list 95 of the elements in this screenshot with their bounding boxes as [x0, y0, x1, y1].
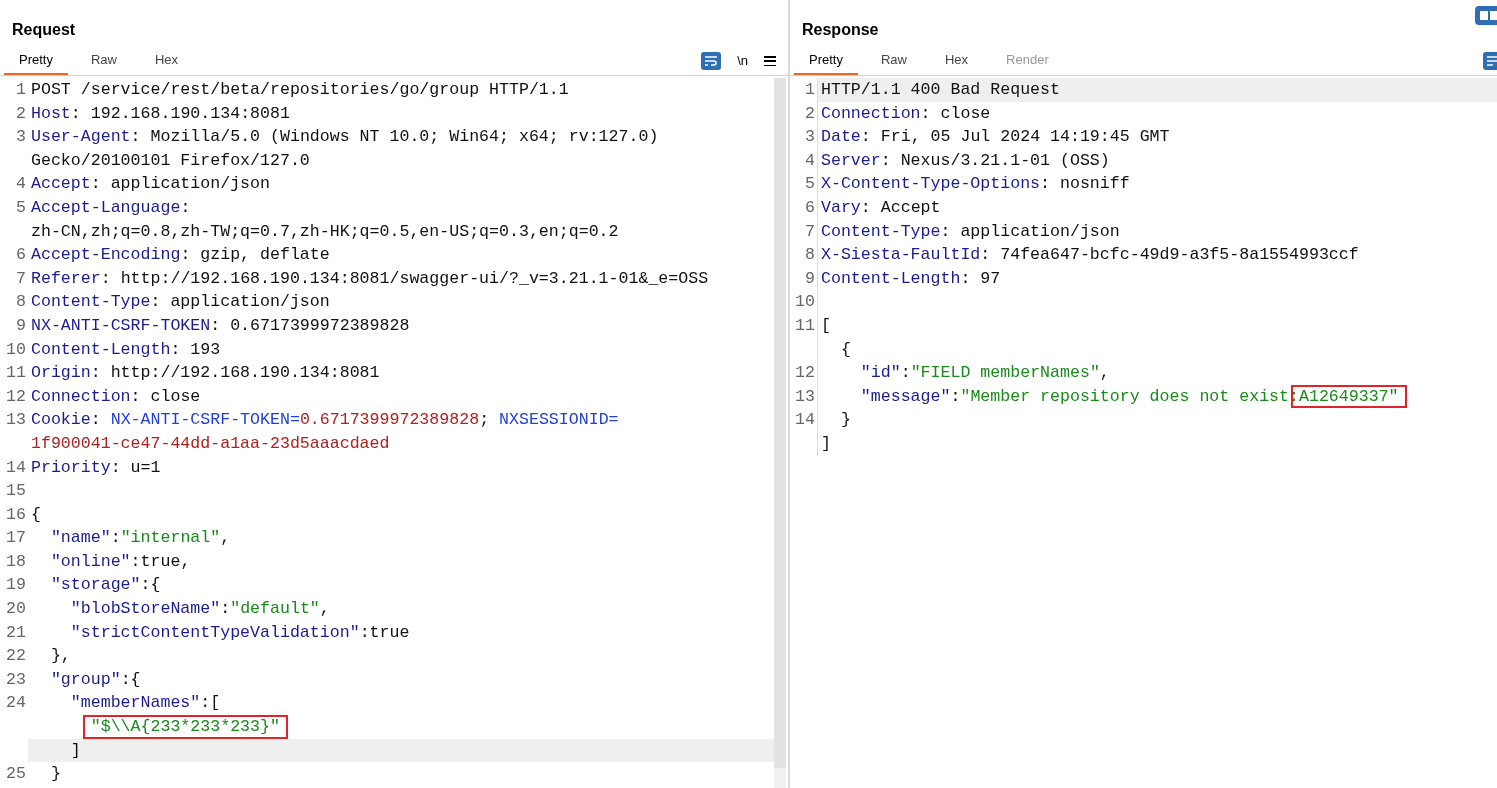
wrap-lines-icon[interactable]: [701, 52, 722, 70]
code-line: Accept-Language:: [31, 197, 191, 217]
code-line: "group":{: [49, 669, 141, 689]
line-number: 3: [805, 127, 815, 147]
code-line: Content-Length: 193: [31, 339, 221, 359]
line-number: 6: [16, 245, 26, 265]
code-line: X-Content-Type-Options: nosniff: [821, 174, 1130, 194]
code-line: "blobStoreName":"default",: [69, 599, 330, 619]
pane-title: Request: [12, 20, 76, 40]
code-line: Cookie: NX-ANTI-CSRF-TOKEN=0.6717399972389828; NXSESSIONID=: [31, 410, 619, 430]
code-line: Content-Type: application/json: [31, 292, 330, 312]
code-line: X-Siesta-FaultId: 74fea647-bcfc-49d9-a3f5-8a1554993ccf: [821, 245, 1359, 265]
line-number: 14: [6, 457, 26, 477]
code-line: }: [49, 764, 61, 784]
line-number: 23: [6, 669, 26, 689]
code-line: Server: Nexus/3.21.1-01 (OSS): [821, 150, 1110, 170]
line-number: 8: [805, 245, 815, 265]
layout-icon[interactable]: [1475, 6, 1497, 25]
code-line: Gecko/20100101 Firefox/127.0: [31, 150, 310, 170]
line-number: 7: [805, 221, 815, 241]
code-line: "strictContentTypeValidation":true: [69, 622, 410, 642]
line-number: 21: [6, 622, 26, 642]
line-number: 17: [6, 528, 26, 548]
view-tab[interactable]: Pretty: [4, 47, 68, 75]
line-number: 4: [16, 174, 26, 194]
code-line: Content-Type: application/json: [821, 221, 1120, 241]
code-line: "storage":{: [49, 575, 161, 595]
line-number: 9: [16, 315, 26, 335]
line-number: 3: [16, 127, 26, 147]
code-line: [: [821, 315, 831, 335]
line-number: 10: [6, 339, 26, 359]
code-line: Connection: close: [31, 386, 201, 406]
line-number: 2: [16, 103, 26, 123]
line-number: 22: [6, 646, 26, 666]
view-tab[interactable]: Raw: [865, 47, 922, 75]
view-tab[interactable]: Raw: [75, 47, 132, 75]
code-line: HTTP/1.1 400 Bad Request: [821, 80, 1060, 99]
line-number: 11: [795, 315, 815, 335]
line-number: 13: [6, 410, 26, 430]
view-tab[interactable]: Pretty: [794, 47, 858, 75]
code-line: Accept: application/json: [31, 174, 270, 194]
line-number: 15: [6, 481, 26, 501]
code-line: Accept-Encoding: gzip, deflate: [31, 245, 330, 265]
code-line: ]: [69, 740, 81, 760]
newline-toggle[interactable]: \n: [737, 51, 748, 71]
line-number: 2: [805, 103, 815, 123]
line-number: 24: [6, 693, 26, 713]
line-number: 8: [16, 292, 26, 312]
line-number: 1: [805, 80, 815, 99]
line-number: 4: [805, 150, 815, 170]
line-number: 5: [16, 197, 26, 217]
code-line: {: [31, 504, 41, 524]
line-number: 19: [6, 575, 26, 595]
code-line: "online":true,: [49, 551, 191, 571]
line-number: 10: [795, 292, 815, 312]
code-line: User-Agent: Mozilla/5.0 (Windows NT 10.0; Win64; x64; rv:127.0): [31, 127, 659, 147]
view-tab[interactable]: Hex: [930, 47, 984, 75]
code-line: Vary: Accept: [821, 197, 941, 217]
boxed-value: "$\\A{233*233*233}": [82, 715, 288, 739]
line-number: 12: [6, 386, 26, 406]
pane-title: Response: [802, 20, 879, 40]
code-line: Date: Fri, 05 Jul 2024 14:19:45 GMT: [821, 127, 1170, 147]
code-line: ]: [821, 433, 831, 453]
line-number: 16: [6, 504, 26, 524]
code-line: NX-ANTI-CSRF-TOKEN: 0.6717399972389828: [31, 315, 410, 335]
line-number: 11: [6, 363, 26, 383]
code-line: Content-Length: 97: [821, 268, 1001, 288]
line-number: 12: [795, 363, 815, 383]
line-number: 13: [795, 386, 815, 406]
code-line: zh-CN,zh;q=0.8,zh-TW;q=0.7,zh-HK;q=0.5,en-US;q=0.3,en;q=0.2: [31, 221, 619, 241]
code-line: Origin: http://192.168.190.134:8081: [31, 363, 380, 383]
code-line: "memberNames":[: [69, 693, 221, 713]
line-number: 5: [805, 174, 815, 194]
code-line: 1f900041-ce47-44dd-a1aa-23d5aaacdaed: [31, 433, 390, 453]
code-line: "name":"internal",: [49, 528, 231, 548]
line-number: 14: [795, 410, 815, 430]
line-number: 20: [6, 599, 26, 619]
code-line: Referer: http://192.168.190.134:8081/swagger-ui/?_v=3.21.1-01&_e=OSS: [31, 268, 709, 288]
code-line: },: [49, 646, 71, 666]
code-line: {: [839, 339, 851, 359]
code-line: "id":"FIELD memberNames",: [859, 363, 1110, 383]
scrollbar[interactable]: [774, 78, 786, 788]
code-line: Host: 192.168.190.134:8081: [31, 103, 290, 123]
line-number: 18: [6, 551, 26, 571]
code-line: }: [839, 410, 851, 430]
line-number: 25: [6, 764, 26, 784]
view-tab[interactable]: Hex: [140, 47, 194, 75]
line-number: 9: [805, 268, 815, 288]
menu-icon[interactable]: [764, 56, 776, 66]
code-line: Priority: u=1: [31, 457, 161, 477]
line-number: 7: [16, 268, 26, 288]
code-line: POST /service/rest/beta/repositories/go/group HTTP/1.1: [31, 80, 569, 99]
code-line: Connection: close: [821, 103, 991, 123]
line-number: 1: [16, 80, 26, 99]
line-number: 6: [805, 197, 815, 217]
